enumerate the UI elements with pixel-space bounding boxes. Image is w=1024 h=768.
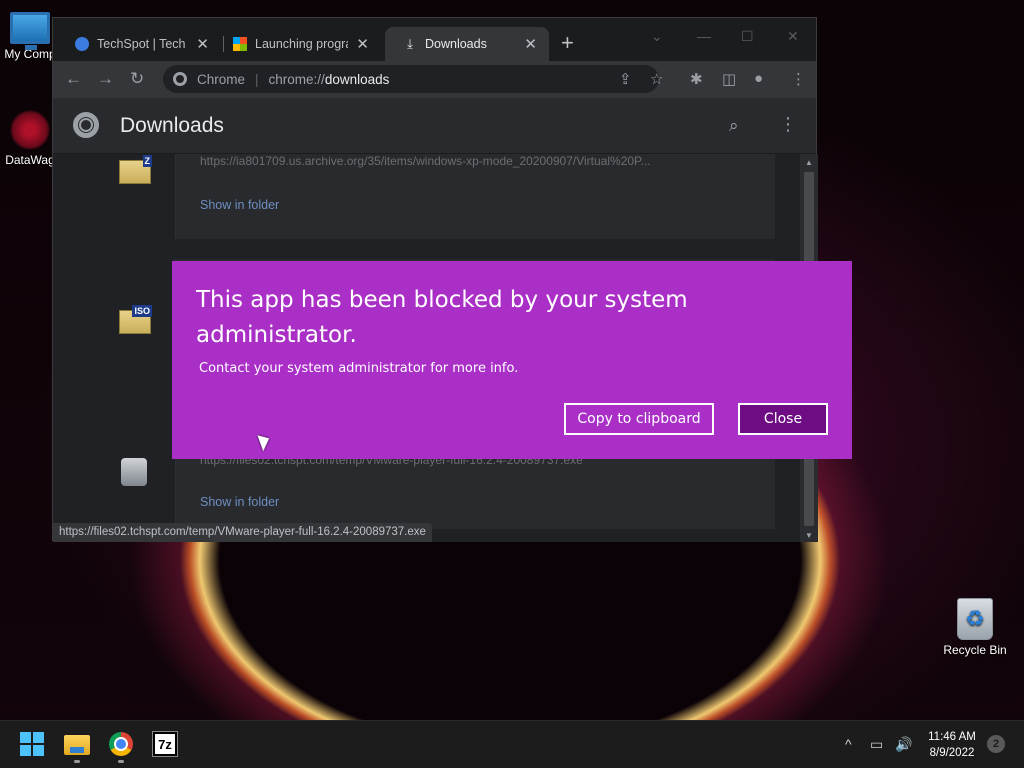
side-panel-icon[interactable]: ◫ (722, 70, 736, 88)
archive-file-icon: Z (119, 155, 152, 186)
minimize-button[interactable]: — (697, 28, 711, 44)
desktop-icon-label: DataWag (5, 153, 55, 167)
desktop-icon-my-computer[interactable]: My Comp (0, 12, 60, 61)
sevenzip-icon: 7z (152, 731, 178, 757)
address-bar[interactable]: Chrome | chrome://downloads (163, 65, 659, 93)
installer-file-icon (121, 458, 153, 486)
browser-toolbar: ← → ↻ Chrome | chrome://downloads ⇪ ☆ ✱ … (53, 61, 816, 98)
download-icon: ⤓ (407, 36, 413, 51)
notification-badge[interactable]: 2 (987, 735, 1005, 753)
datawag-icon (10, 110, 50, 150)
tab-downloads[interactable]: ⤓ Downloads ✕ (385, 27, 549, 61)
start-button[interactable] (20, 732, 46, 758)
running-indicator (118, 760, 124, 763)
iso-file-icon: ISO (119, 305, 152, 336)
clock-date: 8/9/2022 (929, 747, 975, 759)
file-explorer-icon (64, 735, 90, 755)
downloads-header: Downloads ⌕ ⋮ (53, 98, 816, 154)
url-path: downloads (324, 71, 390, 87)
tab-title: TechSpot | Tech E (97, 37, 189, 51)
microsoft-icon (233, 37, 247, 51)
tab-launching-programs[interactable]: Launching progra ✕ (215, 27, 381, 61)
tab-search-icon[interactable]: ⌄ (651, 28, 663, 45)
taskbar-7zip[interactable]: 7z (152, 731, 179, 758)
taskbar-clock[interactable]: 11:46 AM 8/9/2022 (922, 729, 982, 761)
techspot-icon (75, 37, 89, 51)
show-hidden-icons-chevron-icon[interactable]: ^ (845, 736, 852, 752)
window-close-button[interactable]: ✕ (787, 28, 799, 45)
desktop-icon-label: Recycle Bin (943, 643, 1007, 657)
desktop-icon-datawag[interactable]: DataWag (0, 110, 60, 167)
more-menu-icon[interactable]: ⋮ (779, 114, 797, 135)
close-tab-icon[interactable]: ✕ (524, 35, 537, 53)
url-scheme: chrome:// (268, 71, 325, 87)
taskbar: 7z ^ ▭ 🔊 11:46 AM 8/9/2022 2 (0, 720, 1024, 768)
show-in-folder-link[interactable]: Show in folder (200, 198, 279, 212)
running-indicator (74, 760, 80, 763)
close-tab-icon[interactable]: ✕ (356, 35, 369, 53)
chrome-menu-icon[interactable]: ⋮ (791, 70, 806, 88)
omnibox-separator: | (255, 71, 259, 87)
share-icon[interactable]: ⇪ (619, 70, 632, 88)
taskbar-file-explorer[interactable] (64, 732, 90, 758)
network-icon[interactable]: ▭ (870, 736, 883, 753)
chrome-logo-icon (73, 112, 99, 138)
scroll-down-icon[interactable]: ▼ (805, 531, 813, 540)
status-bar-url: https://files02.tchspt.com/temp/VMware-p… (53, 523, 432, 542)
back-button[interactable]: ← (65, 70, 82, 88)
copy-to-clipboard-button[interactable]: Copy to clipboard (564, 403, 714, 435)
chrome-icon (109, 732, 133, 756)
search-icon[interactable]: ⌕ (729, 116, 739, 136)
file-type-tag: ISO (132, 305, 152, 317)
close-button[interactable]: Close (738, 403, 828, 435)
chrome-site-icon (173, 72, 187, 86)
download-item: https://files02.tchspt.com/temp/VMware-p… (175, 449, 775, 529)
tab-techspot[interactable]: TechSpot | Tech E ✕ (57, 27, 221, 61)
show-in-folder-link[interactable]: Show in folder (200, 495, 279, 509)
recycle-bin-icon: ♻ (957, 598, 993, 640)
tab-title: Launching progra (255, 37, 349, 51)
tab-title: Downloads (425, 37, 487, 51)
dialog-message: Contact your system administrator for mo… (199, 361, 519, 376)
windows-logo-icon (20, 732, 46, 756)
tab-strip: TechSpot | Tech E ✕ Launching progra ✕ ⤓… (53, 18, 816, 61)
download-item: https://ia801709.us.archive.org/35/items… (175, 154, 775, 239)
profile-icon[interactable]: ● (754, 70, 763, 87)
taskbar-chrome[interactable] (109, 732, 135, 758)
clock-time: 11:46 AM (928, 731, 976, 743)
file-type-tag: Z (142, 155, 152, 167)
page-title: Downloads (120, 114, 224, 137)
reload-button[interactable]: ↻ (130, 70, 144, 88)
desktop-icon-recycle-bin[interactable]: ♻ Recycle Bin (942, 598, 1008, 657)
download-url[interactable]: https://ia801709.us.archive.org/35/items… (200, 154, 651, 168)
new-tab-button[interactable]: + (561, 32, 574, 54)
bookmark-star-icon[interactable]: ☆ (650, 70, 663, 88)
volume-icon[interactable]: 🔊 (895, 736, 912, 753)
site-label: Chrome (197, 71, 246, 87)
scroll-up-icon[interactable]: ▲ (805, 158, 813, 167)
extensions-icon[interactable]: ✱ (690, 70, 703, 88)
maximize-button[interactable]: ☐ (741, 28, 754, 45)
computer-icon (10, 12, 50, 50)
forward-button[interactable]: → (97, 70, 114, 88)
blocked-app-dialog: This app has been blocked by your system… (172, 261, 852, 459)
dialog-title: This app has been blocked by your system… (196, 287, 688, 348)
close-tab-icon[interactable]: ✕ (196, 35, 209, 53)
